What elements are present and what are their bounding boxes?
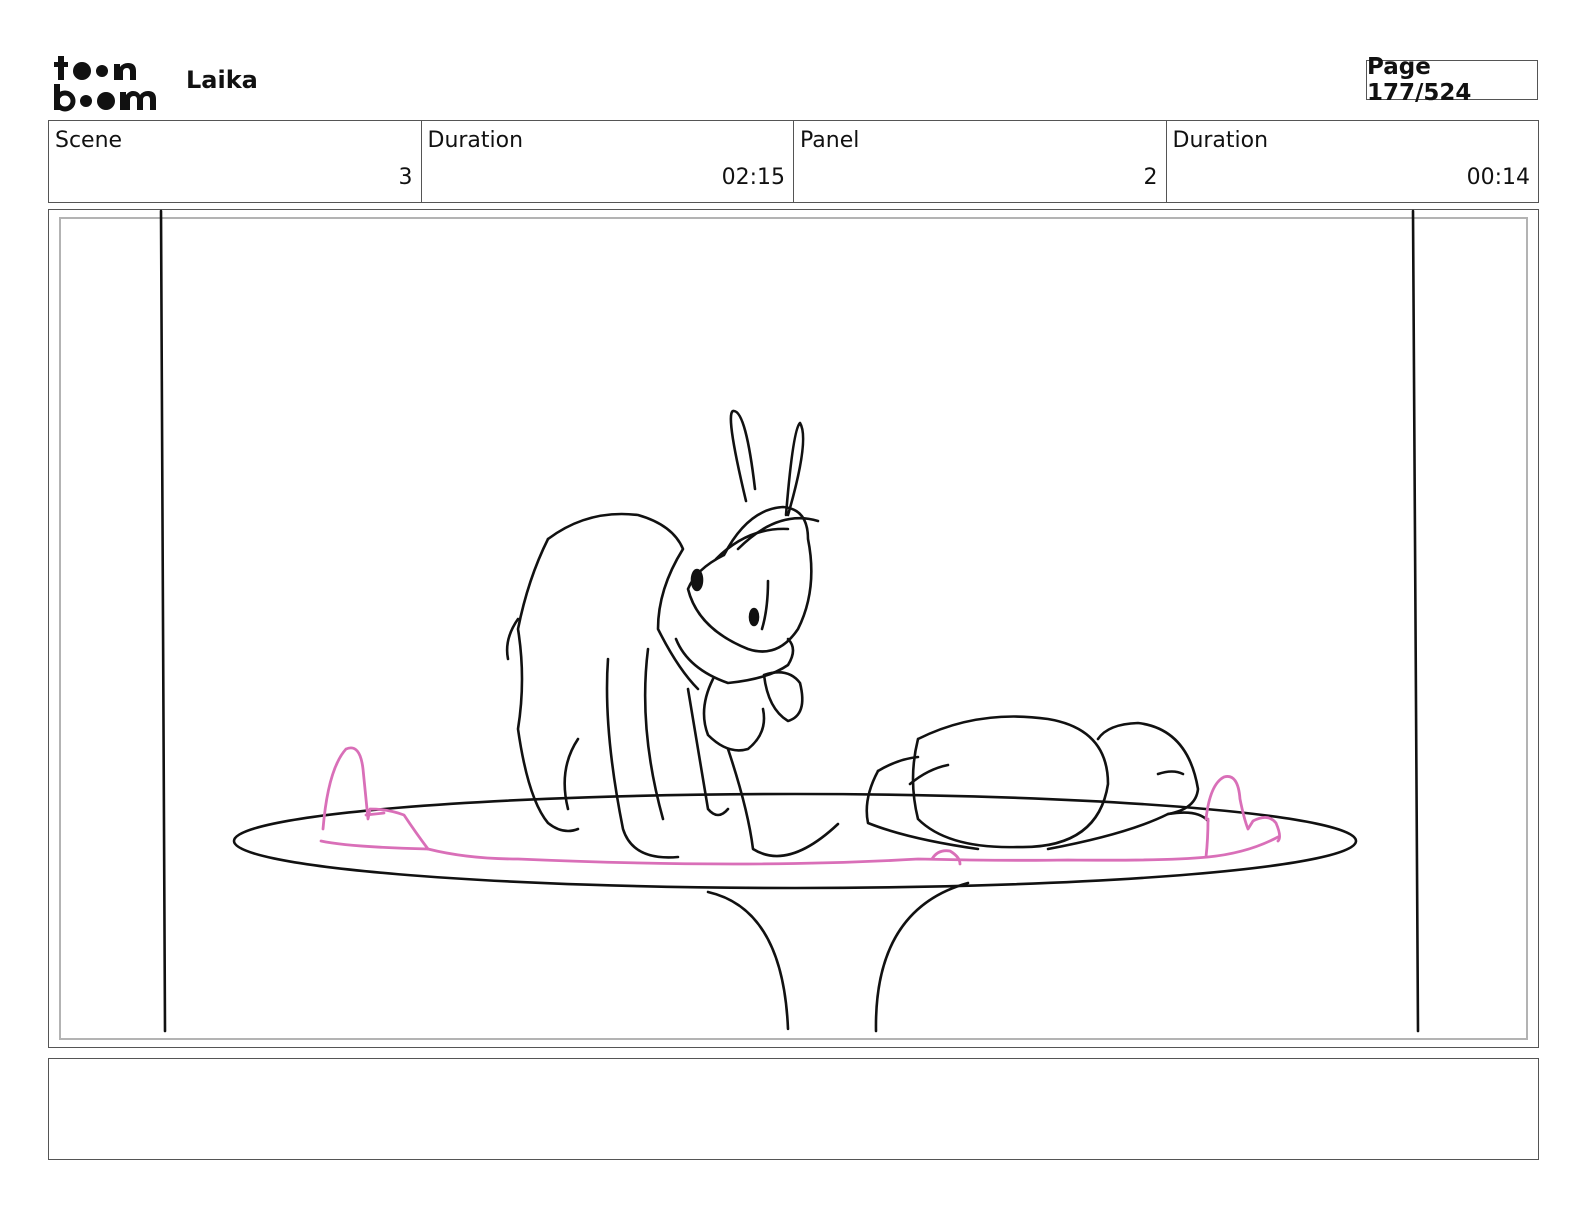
panel-notes-box — [48, 1058, 1539, 1160]
toonboom-logo — [54, 56, 156, 112]
scene-label: Scene — [55, 128, 123, 153]
panel-duration-value: 00:14 — [1466, 165, 1530, 190]
project-title: Laika — [186, 66, 258, 94]
panel-label: Panel — [800, 128, 860, 153]
panel-duration-cell: Duration 00:14 — [1167, 121, 1539, 202]
lying-figure — [911, 715, 1110, 849]
scene-info-table: Scene 3 Duration 02:15 Panel 2 Duration … — [48, 120, 1539, 203]
storyboard-sketch — [159, 209, 1420, 1033]
pink-guide-left-post — [321, 746, 430, 851]
scene-duration-value: 02:15 — [721, 165, 785, 190]
left-frame-line — [159, 209, 167, 1033]
scene-cell: Scene 3 — [49, 121, 422, 202]
character-body — [546, 512, 700, 691]
panel-cell: Panel 2 — [794, 121, 1167, 202]
right-frame-line — [1411, 209, 1420, 1033]
panel-duration-label: Duration — [1172, 128, 1269, 153]
scene-duration-label: Duration — [427, 128, 524, 153]
scene-duration-cell: Duration 02:15 — [422, 121, 794, 202]
character-head — [686, 505, 813, 653]
scene-value: 3 — [398, 165, 413, 190]
page-counter: Page 177/524 — [1366, 54, 1538, 106]
panel-value: 2 — [1143, 165, 1158, 190]
ear-right — [784, 421, 805, 517]
table-pedestal-left — [706, 890, 790, 1031]
ear-left — [729, 409, 757, 503]
table-pedestal-right — [874, 881, 970, 1033]
